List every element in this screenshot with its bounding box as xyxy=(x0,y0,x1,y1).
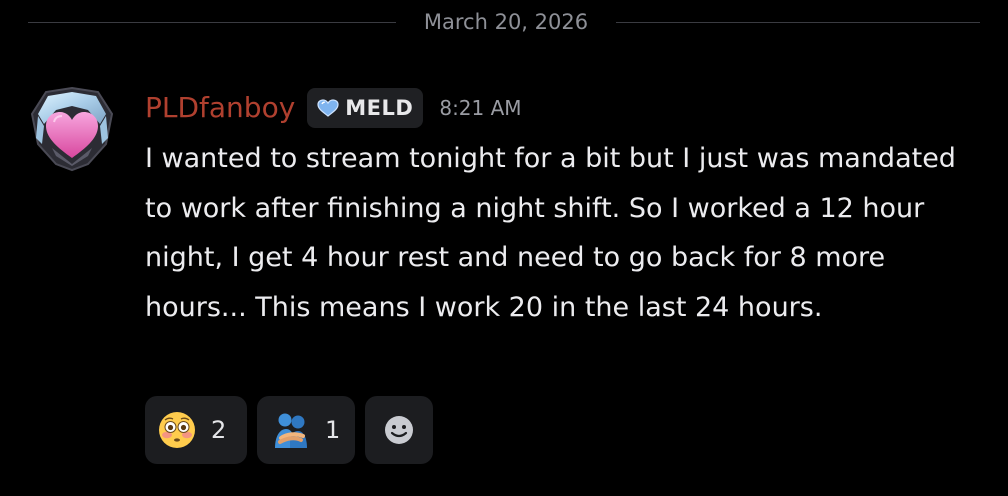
avatar[interactable] xyxy=(28,84,116,172)
reaction-bar: 2 1 xyxy=(145,396,443,464)
add-reaction-button[interactable] xyxy=(365,396,433,464)
server-tag-badge[interactable]: MELD xyxy=(307,88,424,128)
message-timestamp[interactable]: 8:21 AM xyxy=(439,96,521,120)
divider-line-right xyxy=(616,22,980,23)
reaction-flushed[interactable]: 2 xyxy=(145,396,247,464)
people-hugging-icon xyxy=(275,413,307,448)
reaction-count: 2 xyxy=(211,416,227,444)
add-reaction-smiley-icon xyxy=(385,416,413,444)
username[interactable]: PLDfanboy xyxy=(145,88,295,128)
reaction-count: 1 xyxy=(325,416,341,444)
reaction-hug[interactable]: 1 xyxy=(257,396,355,464)
server-tag-label: MELD xyxy=(345,96,414,120)
date-divider: March 20, 2026 xyxy=(28,6,980,38)
blue-heart-icon xyxy=(317,99,339,117)
divider-line-left xyxy=(28,22,396,23)
heart-crest-icon xyxy=(30,86,114,172)
message-text: I wanted to stream tonight for a bit but… xyxy=(145,143,956,323)
chat-view: March 20, 2026 PLDfanboy MELD 8:21 AM I … xyxy=(0,0,1008,496)
flushed-face-icon xyxy=(159,412,195,448)
message-header: PLDfanboy MELD 8:21 AM xyxy=(145,86,522,130)
divider-date: March 20, 2026 xyxy=(423,10,589,34)
